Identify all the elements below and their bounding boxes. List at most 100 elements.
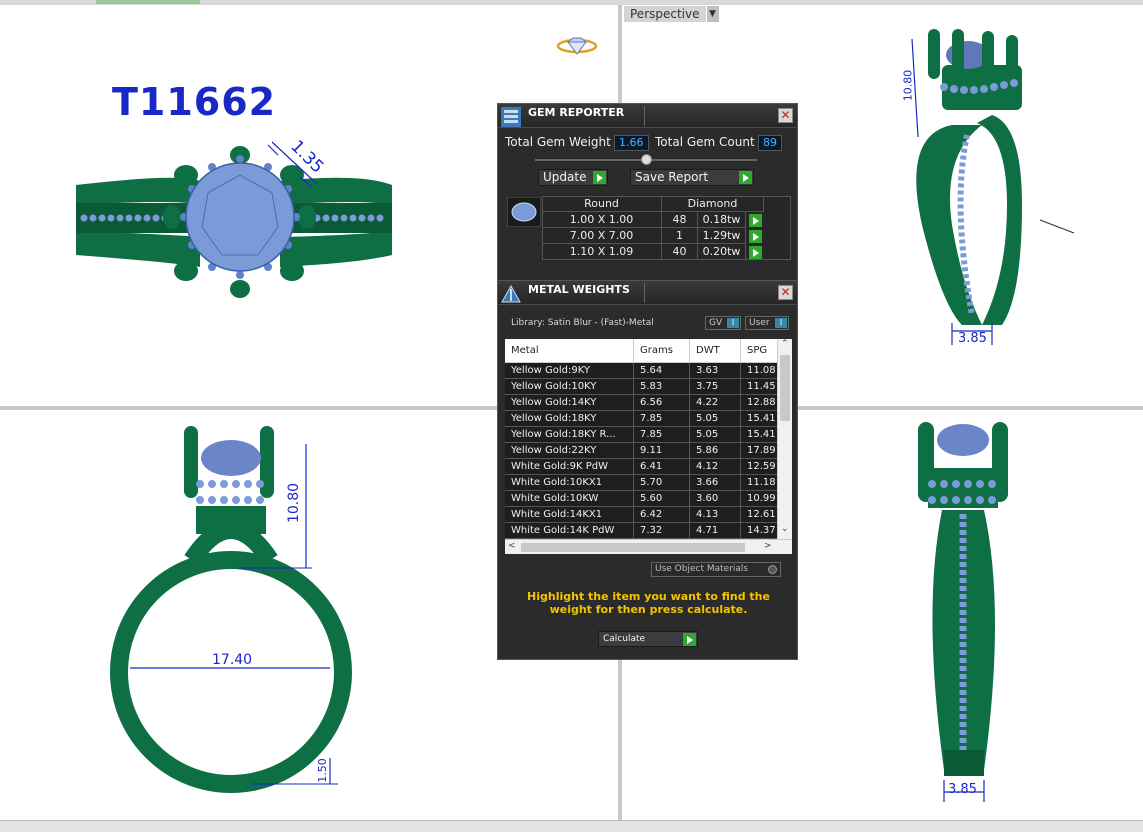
scroll-down-icon[interactable]: ⌄: [781, 524, 789, 534]
table-row[interactable]: White Gold:14K PdW 7.32 4.71 14.37: [505, 523, 777, 539]
close-icon[interactable]: ✕: [778, 108, 793, 123]
calculate-button[interactable]: Calculate: [598, 631, 698, 647]
gem-weight: 0.18tw: [698, 212, 746, 228]
metal-weights-title: METAL WEIGHTS: [528, 283, 630, 296]
table-row[interactable]: White Gold:14KX1 6.42 4.13 12.61: [505, 507, 777, 523]
top-view-height-dimension: 10.80: [286, 482, 303, 524]
gv-toggle[interactable]: GV I: [705, 316, 741, 330]
table-row[interactable]: Yellow Gold:18KY 7.85 5.05 15.41: [505, 411, 777, 427]
gv-label: GV: [709, 318, 723, 328]
update-button-label: Update: [543, 170, 587, 184]
table-cell-spg: 12.61: [741, 507, 777, 522]
gem-count: 40: [662, 244, 698, 260]
use-object-materials-label: Use Object Materials: [655, 564, 749, 574]
gem-weight: 0.20tw: [698, 244, 746, 260]
table-cell-metal: Yellow Gold:14KY: [505, 395, 634, 410]
table-cell-metal: Yellow Gold:18KY: [505, 411, 634, 426]
horizontal-scrollbar[interactable]: < >: [505, 539, 792, 554]
user-label: User: [749, 318, 770, 328]
column-header-dwt[interactable]: DWT: [690, 339, 741, 363]
table-cell-metal: White Gold:9K PdW: [505, 459, 634, 474]
table-cell-dwt: 3.66: [690, 475, 741, 490]
table-row[interactable]: Yellow Gold:18KY R... 7.85 5.05 15.41: [505, 427, 777, 443]
gem-count: 1: [662, 228, 698, 244]
table-cell-spg: 14.37: [741, 523, 777, 538]
total-gem-weight-label: Total Gem Weight: [505, 135, 611, 149]
table-row[interactable]: Yellow Gold:22KY 9.11 5.86 17.89: [505, 443, 777, 459]
gem-count: 48: [662, 212, 698, 228]
metal-weights-titlebar[interactable]: METAL WEIGHTS ✕: [498, 281, 797, 305]
table-cell-metal: White Gold:14K PdW: [505, 523, 634, 538]
slider-handle[interactable]: [641, 154, 652, 165]
table-row[interactable]: Yellow Gold:10KY 5.83 3.75 11.45: [505, 379, 777, 395]
gem-report-icon: [501, 107, 521, 127]
scroll-thumb[interactable]: [780, 355, 790, 421]
calculate-hint: Highlight the item you want to find the …: [527, 590, 770, 616]
gem-size[interactable]: 1.00 X 1.00: [542, 212, 662, 228]
shape-header: Round: [542, 196, 662, 212]
radio-icon: [768, 565, 777, 574]
library-label: Library: Satin Blur - (Fast)-Metal: [511, 318, 654, 328]
table-cell-grams: 7.85: [634, 427, 690, 442]
gem-weight: 1.29tw: [698, 228, 746, 244]
metal-weights-table: Metal Grams DWT SPG Yellow Gold:9KY 5.64 3…: [505, 339, 777, 539]
view-mode-selector[interactable]: Perspective ▼: [624, 6, 719, 22]
user-toggle[interactable]: User I: [745, 316, 789, 330]
gem-size[interactable]: 7.00 X 7.00: [542, 228, 662, 244]
table-row[interactable]: White Gold:10KX1 5.70 3.66 11.18: [505, 475, 777, 491]
table-cell-grams: 6.41: [634, 459, 690, 474]
scroll-right-icon[interactable]: >: [764, 541, 772, 551]
table-cell-dwt: 5.86: [690, 443, 741, 458]
toggle-icon: I: [727, 318, 739, 328]
table-cell-metal: White Gold:10KW: [505, 491, 634, 506]
gem-size[interactable]: 1.10 X 1.09: [542, 244, 662, 260]
close-icon[interactable]: ✕: [778, 285, 793, 300]
play-icon[interactable]: [749, 230, 762, 243]
total-gem-count-value: 89: [758, 135, 782, 151]
total-gem-weight-value: 1.66: [614, 135, 649, 151]
table-cell-dwt: 3.75: [690, 379, 741, 394]
column-header-spg[interactable]: SPG: [741, 339, 777, 363]
active-tab-indicator[interactable]: [96, 0, 200, 4]
column-header-grams[interactable]: Grams: [634, 339, 690, 363]
side-shank-width-dimension: 3.85: [958, 331, 987, 346]
save-report-button[interactable]: Save Report: [630, 169, 754, 186]
table-row[interactable]: White Gold:9K PdW 6.41 4.12 12.59: [505, 459, 777, 475]
total-gem-count-label: Total Gem Count: [655, 135, 755, 149]
scale-icon: [501, 284, 521, 303]
table-cell-grams: 5.60: [634, 491, 690, 506]
table-row[interactable]: Yellow Gold:14KY 6.56 4.22 12.88: [505, 395, 777, 411]
toggle-icon: I: [775, 318, 787, 328]
table-cell-grams: 5.64: [634, 363, 690, 378]
round-gem-icon: [507, 197, 541, 227]
play-icon[interactable]: [749, 246, 762, 259]
column-header-metal[interactable]: Metal: [505, 339, 634, 363]
view-mode-label[interactable]: Perspective: [624, 6, 706, 22]
table-cell-dwt: 4.22: [690, 395, 741, 410]
scroll-left-icon[interactable]: <: [508, 541, 516, 551]
scroll-thumb[interactable]: [521, 543, 745, 552]
scroll-up-icon[interactable]: ⌃: [781, 339, 789, 349]
chevron-down-icon[interactable]: ▼: [706, 6, 719, 22]
table-cell-metal: Yellow Gold:18KY R...: [505, 427, 634, 442]
use-object-materials-toggle[interactable]: Use Object Materials: [651, 562, 781, 577]
table-row[interactable]: Yellow Gold:9KY 5.64 3.63 11.08: [505, 363, 777, 379]
play-icon[interactable]: [749, 214, 762, 227]
front-shank-width-dimension: 3.85: [948, 782, 977, 797]
table-cell-spg: 10.99: [741, 491, 777, 506]
table-cell-spg: 11.08: [741, 363, 777, 378]
table-cell-dwt: 5.05: [690, 427, 741, 442]
table-cell-grams: 7.85: [634, 411, 690, 426]
table-cell-spg: 11.45: [741, 379, 777, 394]
gem-reporter-title: GEM REPORTER: [528, 106, 625, 119]
gem-reporter-titlebar[interactable]: GEM REPORTER ✕: [498, 104, 797, 128]
save-report-button-label: Save Report: [635, 170, 709, 184]
table-cell-metal: White Gold:14KX1: [505, 507, 634, 522]
status-bar: [0, 820, 1143, 832]
update-button[interactable]: Update: [538, 169, 608, 186]
vertical-scrollbar[interactable]: ⌃ ⌄: [777, 339, 792, 539]
table-cell-grams: 5.70: [634, 475, 690, 490]
play-icon: [593, 171, 606, 184]
table-row[interactable]: White Gold:10KW 5.60 3.60 10.99: [505, 491, 777, 507]
table-cell-dwt: 3.60: [690, 491, 741, 506]
